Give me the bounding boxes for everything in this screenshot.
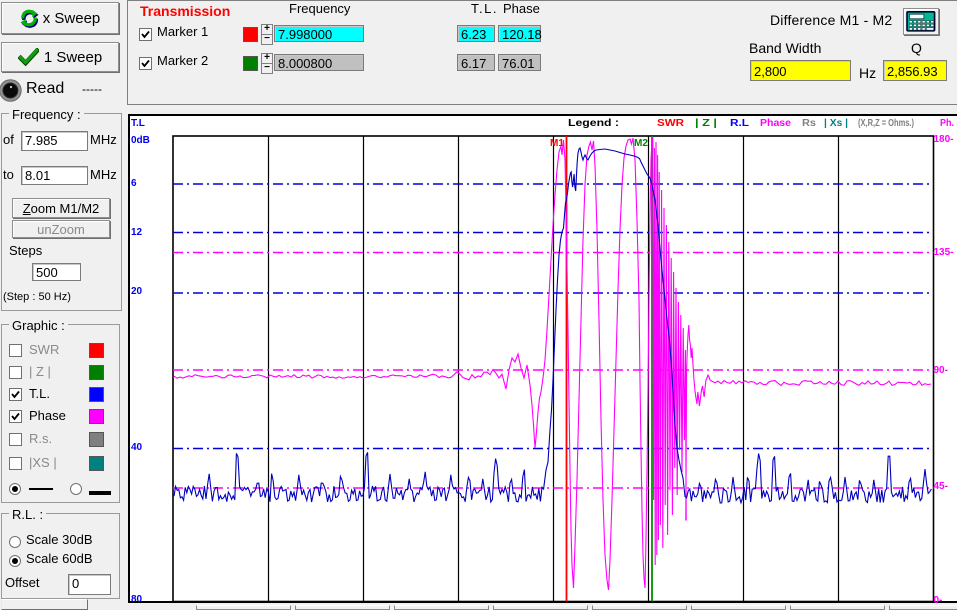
svg-text:0dB: 0dB	[131, 135, 150, 146]
svg-text:Legend :: Legend :	[568, 118, 619, 129]
svg-text:T.L: T.L	[131, 118, 145, 129]
svg-text:90-: 90-	[934, 365, 948, 376]
svg-text:SWR: SWR	[657, 118, 685, 129]
svg-text:(X,R,Z = Ohms.): (X,R,Z = Ohms.)	[858, 118, 914, 129]
svg-text:80: 80	[131, 594, 143, 603]
svg-text:20: 20	[131, 286, 143, 297]
svg-text:Ph.: Ph.	[940, 118, 954, 129]
svg-text:180-: 180-	[934, 134, 954, 145]
svg-text:0-: 0-	[934, 595, 943, 603]
svg-text:M2: M2	[634, 138, 648, 149]
svg-text:| Z |: | Z |	[695, 118, 717, 129]
svg-text:135-: 135-	[934, 247, 954, 258]
svg-text:| Xs |: | Xs |	[824, 118, 848, 129]
svg-text:Phase: Phase	[760, 118, 791, 129]
svg-text:Rs: Rs	[802, 118, 816, 129]
svg-text:M1: M1	[550, 138, 564, 149]
svg-text:6: 6	[131, 178, 137, 189]
svg-text:R.L: R.L	[730, 118, 749, 129]
svg-text:45-: 45-	[934, 481, 948, 492]
svg-text:40: 40	[131, 442, 143, 453]
svg-text:12: 12	[131, 227, 143, 238]
